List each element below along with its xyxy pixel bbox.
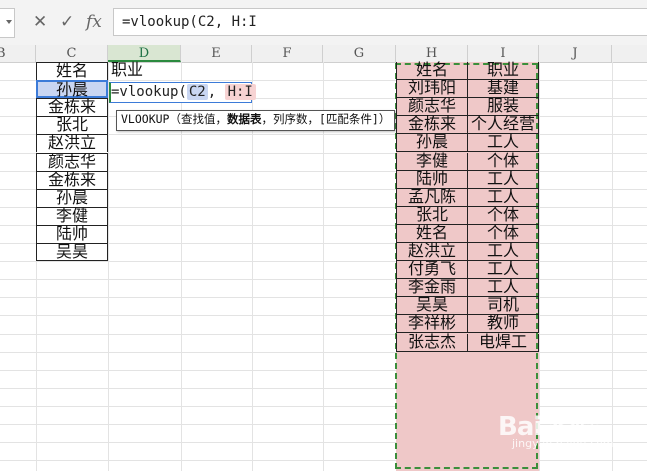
name-box-dropdown[interactable] [0, 8, 15, 38]
fx-icon[interactable]: fx [86, 12, 102, 32]
cell-i4[interactable]: 个人经营 [468, 116, 539, 134]
grid-hline [0, 370, 647, 371]
cell-h13[interactable]: 李金雨 [396, 279, 468, 297]
cell-c10[interactable]: 陆帅 [36, 225, 108, 243]
grid-hline [0, 315, 647, 316]
cell-h3[interactable]: 颜志华 [396, 98, 468, 116]
cell-c9[interactable]: 李健 [36, 207, 108, 225]
cell-i8[interactable]: 工人 [468, 189, 539, 207]
column-header-b[interactable]: B [0, 45, 36, 62]
cell-c3[interactable]: 金栋来 [36, 98, 108, 116]
ref-c2: C2 [186, 84, 208, 100]
cell-c7[interactable]: 金栋来 [36, 171, 108, 189]
cell-i10[interactable]: 个体 [468, 225, 539, 243]
column-header-d[interactable]: D [108, 45, 181, 62]
cell-h10[interactable]: 姓名 [396, 225, 468, 243]
ref-h-i: H:I [224, 84, 256, 100]
cell-i12[interactable]: 工人 [468, 261, 539, 279]
tooltip-p2: 数据表 [226, 112, 262, 126]
formula-bar: ✕ ✓ fx =vlookup(C2, H:I [0, 0, 647, 46]
cell-h5[interactable]: 孙晨 [396, 134, 468, 152]
cell-i9[interactable]: 个体 [468, 207, 539, 225]
cell-h15[interactable]: 李祥彬 [396, 315, 468, 333]
cell-h16[interactable]: 张志杰 [396, 334, 468, 352]
cell-c1[interactable]: 姓名 [36, 62, 108, 80]
cell-i14[interactable]: 司机 [468, 297, 539, 315]
cell-c11[interactable]: 吴昊 [36, 243, 108, 261]
cell-i15[interactable]: 教师 [468, 315, 539, 333]
grid-hline [0, 460, 647, 461]
tooltip-p3: ，列序数，[匹配条件]） [261, 112, 391, 126]
check-icon[interactable]: ✓ [60, 12, 74, 32]
function-tooltip: VLOOKUP（查找值，数据表，列序数，[匹配条件]） [116, 110, 396, 131]
cell-c5[interactable]: 赵洪立 [36, 134, 108, 152]
grid-hline [0, 334, 647, 335]
cell-i6[interactable]: 个体 [468, 153, 539, 171]
cell-d1[interactable]: 职业 [109, 62, 183, 80]
cell-h7[interactable]: 陆帅 [396, 171, 468, 189]
cell-h11[interactable]: 赵洪立 [396, 243, 468, 261]
cell-h12[interactable]: 付勇飞 [396, 261, 468, 279]
cell-i1[interactable]: 职业 [468, 62, 539, 80]
cell-i5[interactable]: 工人 [468, 134, 539, 152]
cell-h4[interactable]: 金栋来 [396, 116, 468, 134]
column-header-j[interactable]: J [539, 45, 612, 62]
cell-i2[interactable]: 基建 [468, 80, 539, 98]
tooltip-p1: （查找值， [169, 112, 227, 126]
grid-hline [0, 388, 647, 389]
cell-i7[interactable]: 工人 [468, 171, 539, 189]
cell-c6[interactable]: 颜志华 [36, 153, 108, 171]
cell-i11[interactable]: 工人 [468, 243, 539, 261]
cell-h9[interactable]: 张北 [396, 207, 468, 225]
cell-h8[interactable]: 孟凡陈 [396, 189, 468, 207]
column-header-e[interactable]: E [181, 45, 252, 62]
edit-sep: , [207, 84, 225, 100]
cell-d2-editing[interactable]: =vlookup(C2, H:I [109, 82, 256, 103]
cell-h2[interactable]: 刘玮阳 [396, 80, 468, 98]
cell-i3[interactable]: 服装 [468, 98, 539, 116]
baidu-watermark-logo: Bai 经验 jingyan.baidu.com [498, 412, 614, 450]
cell-c2[interactable]: 孙晨 [36, 80, 108, 99]
grid-vline [108, 62, 109, 471]
cell-h14[interactable]: 吴昊 [396, 297, 468, 315]
cell-i16[interactable]: 电焊工 [468, 334, 539, 352]
cell-c8[interactable]: 孙晨 [36, 189, 108, 207]
chevron-down-icon [6, 20, 12, 24]
grid-hline [0, 297, 647, 298]
grid-hline [0, 279, 647, 280]
tooltip-func: VLOOKUP [121, 112, 170, 126]
cell-h1[interactable]: 姓名 [396, 62, 468, 80]
column-header-g[interactable]: G [323, 45, 396, 62]
cell-c4[interactable]: 张北 [36, 116, 108, 134]
grid-hline [0, 261, 647, 262]
grid-hline [0, 352, 647, 353]
edit-prefix: =vlookup( [111, 84, 187, 100]
x-icon[interactable]: ✕ [33, 12, 47, 32]
grid-vline [612, 62, 613, 471]
column-header-h[interactable]: H [396, 45, 468, 62]
cell-h6[interactable]: 李健 [396, 153, 468, 171]
column-header-f[interactable]: F [252, 45, 323, 62]
formula-input[interactable]: =vlookup(C2, H:I [113, 8, 647, 36]
column-header-c[interactable]: C [36, 45, 108, 62]
column-header-i[interactable]: I [468, 45, 539, 62]
column-headers: BCDEFGHIJ [0, 45, 647, 63]
cell-i13[interactable]: 工人 [468, 279, 539, 297]
